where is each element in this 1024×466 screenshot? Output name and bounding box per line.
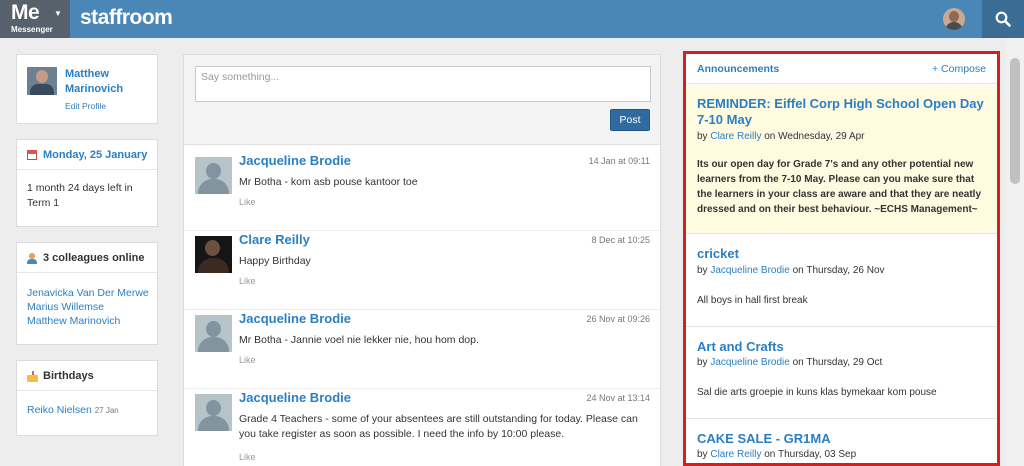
cake-icon (27, 371, 38, 382)
search-button[interactable] (982, 0, 1024, 38)
post-button[interactable]: Post (610, 109, 650, 131)
post-time: 24 Nov at 13:14 (586, 393, 650, 403)
profile-card: Matthew Marinovich Edit Profile (16, 54, 158, 124)
poster-avatar[interactable] (195, 315, 232, 352)
birthday-date: 27 Jan (94, 406, 119, 415)
byline-prefix: by (697, 357, 708, 368)
announcement-body: Sal die arts groepie in kuns klas bymeka… (697, 387, 937, 398)
top-bar: Me ▼ Messenger staffroom (0, 0, 1024, 38)
poster-name[interactable]: Jacqueline Brodie (239, 153, 351, 168)
post-time: 14 Jan at 09:11 (588, 156, 650, 166)
status-input[interactable] (195, 66, 651, 102)
announcements-panel: Announcements + Compose REMINDER: Eiffel… (683, 51, 1000, 466)
announcements-title[interactable]: Announcements (697, 63, 779, 75)
announcement-body: All boys in hall first break (697, 295, 808, 306)
composer: Post (184, 55, 660, 145)
online-widget: 3 colleagues online Jenavicka Van Der Me… (16, 242, 158, 345)
poster-avatar[interactable] (195, 394, 232, 431)
online-person[interactable]: Marius Willemse (27, 300, 149, 314)
poster-name[interactable]: Jacqueline Brodie (239, 311, 351, 326)
announcement-body: Its our open day for Grade 7's and any o… (697, 159, 982, 215)
online-title: 3 colleagues online (43, 252, 145, 264)
profile-avatar[interactable] (27, 67, 57, 95)
announcement-title[interactable]: REMINDER: Eiffel Corp High School Open D… (697, 96, 987, 128)
post-time: 8 Dec at 10:25 (591, 235, 650, 245)
feed-panel: Post Jacqueline Brodie 14 Jan at 09:11 M… (183, 54, 661, 466)
poster-name[interactable]: Clare Reilly (239, 232, 310, 247)
announcement-byline: by Jacqueline Brodie on Thursday, 26 Nov (697, 265, 885, 276)
like-link[interactable]: Like (239, 452, 256, 462)
poster-avatar[interactable] (195, 157, 232, 194)
feed-post: Jacqueline Brodie 26 Nov at 09:26 Mr Bot… (184, 309, 660, 389)
announcement-item: cricket by Jacqueline Brodie on Thursday… (686, 235, 997, 327)
announcement-byline: by Clare Reilly on Wednesday, 29 Apr (697, 131, 865, 142)
online-person[interactable]: Jenavicka Van Der Merwe (27, 286, 149, 300)
announcement-author[interactable]: Clare Reilly (710, 449, 761, 460)
profile-name[interactable]: Matthew Marinovich (65, 67, 157, 97)
announcement-byline: by Jacqueline Brodie on Thursday, 29 Oct (697, 357, 882, 368)
date-widget: Monday, 25 January 1 month 24 days left … (16, 139, 158, 227)
calendar-icon (27, 150, 37, 160)
edit-profile-link[interactable]: Edit Profile (65, 101, 106, 111)
birthday-name[interactable]: Reiko Nielsen (27, 404, 92, 416)
post-text: Mr Botha - Jannie voel nie lekker nie, h… (239, 334, 479, 346)
announcement-byline: by Clare Reilly on Thursday, 03 Sep (697, 449, 856, 460)
page-scrollbar[interactable] (1007, 38, 1024, 466)
byline-prefix: by (697, 265, 708, 276)
byline-prefix: by (697, 131, 708, 142)
online-person[interactable]: Matthew Marinovich (27, 314, 149, 328)
term-countdown: 1 month 24 days left in Term 1 (27, 182, 133, 209)
date-title[interactable]: Monday, 25 January (43, 149, 147, 161)
poster-name[interactable]: Jacqueline Brodie (239, 390, 351, 405)
post-text: Mr Botha - kom asb pouse kantoor toe (239, 176, 418, 188)
like-link[interactable]: Like (239, 197, 256, 207)
like-link[interactable]: Like (239, 276, 256, 286)
birthdays-title: Birthdays (43, 370, 94, 382)
poster-avatar[interactable] (195, 236, 232, 273)
search-icon (995, 11, 1011, 27)
user-avatar[interactable] (943, 8, 965, 30)
post-time: 26 Nov at 09:26 (586, 314, 650, 324)
announcement-date: on Thursday, 03 Sep (764, 449, 857, 460)
announcement-date: on Wednesday, 29 Apr (764, 131, 865, 142)
announcement-item: Art and Crafts by Jacqueline Brodie on T… (686, 328, 997, 419)
announcement-date: on Thursday, 29 Oct (792, 357, 883, 368)
announcement-title[interactable]: CAKE SALE - GR1MA (697, 431, 987, 447)
announcement-item: CAKE SALE - GR1MA by Clare Reilly on Thu… (686, 420, 997, 463)
feed-post: Jacqueline Brodie 24 Nov at 13:14 Grade … (184, 388, 660, 466)
like-link[interactable]: Like (239, 355, 256, 365)
scrollbar-thumb[interactable] (1010, 58, 1020, 184)
people-icon (27, 253, 37, 264)
post-text: Happy Birthday (239, 255, 311, 267)
announcement-author[interactable]: Jacqueline Brodie (710, 265, 790, 276)
announcement-author[interactable]: Clare Reilly (710, 131, 761, 142)
chevron-down-icon: ▼ (54, 9, 62, 18)
compose-button[interactable]: + Compose (932, 63, 986, 75)
birthdays-widget: Birthdays Reiko Nielsen 27 Jan (16, 360, 158, 436)
feed-post: Clare Reilly 8 Dec at 10:25 Happy Birthd… (184, 230, 660, 310)
announcement-item: REMINDER: Eiffel Corp High School Open D… (686, 85, 997, 234)
byline-prefix: by (697, 449, 708, 460)
birthday-entry: Reiko Nielsen 27 Jan (27, 404, 119, 416)
announcement-date: on Thursday, 26 Nov (792, 265, 885, 276)
announcement-title[interactable]: cricket (697, 246, 987, 262)
announcement-title[interactable]: Art and Crafts (697, 339, 987, 355)
post-text: Grade 4 Teachers - some of your absentee… (239, 413, 638, 440)
announcement-author[interactable]: Jacqueline Brodie (710, 357, 790, 368)
logo-me: Me (11, 1, 40, 24)
logo-sub: Messenger (11, 25, 53, 34)
messenger-menu[interactable]: Me ▼ Messenger (0, 0, 70, 38)
app-name[interactable]: staffroom (80, 6, 173, 30)
feed-post: Jacqueline Brodie 14 Jan at 09:11 Mr Bot… (184, 151, 660, 231)
